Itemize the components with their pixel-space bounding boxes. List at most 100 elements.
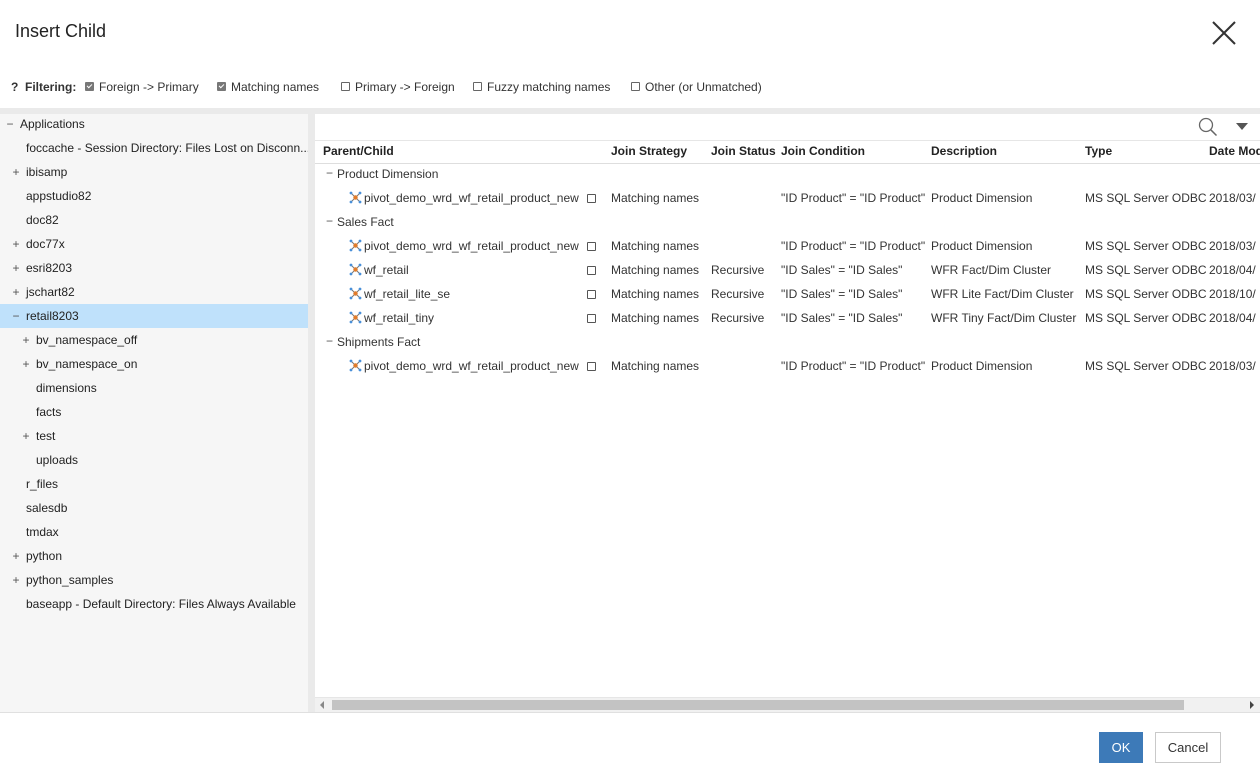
column-header[interactable]: Parent/Child [323, 144, 394, 158]
column-header[interactable]: Description [931, 144, 997, 158]
tree-node[interactable]: + bv_namespace_on [0, 352, 308, 376]
scrollbar-thumb[interactable] [332, 700, 1184, 710]
tree-node[interactable]: r_files [0, 472, 308, 496]
tree-node[interactable]: − Applications [0, 112, 308, 136]
type-cell: MS SQL Server ODBC [1085, 311, 1207, 325]
chevron-down-icon[interactable] [1236, 123, 1248, 130]
expand-icon[interactable]: + [11, 232, 21, 256]
row-checkbox[interactable] [587, 266, 596, 275]
tree-node-label: esri8203 [26, 261, 73, 275]
row-checkbox[interactable] [587, 314, 596, 323]
filter-checkbox[interactable] [631, 82, 640, 91]
tree-node-label: foccache - Session Directory: Files Lost… [26, 141, 308, 155]
table-row[interactable]: pivot_demo_wrd_wf_retail_product_new Matc… [315, 234, 1260, 258]
cluster-icon [349, 311, 362, 324]
column-header[interactable]: Join Condition [781, 144, 865, 158]
column-header[interactable]: Type [1085, 144, 1112, 158]
cancel-button[interactable]: Cancel [1155, 732, 1221, 763]
expand-icon[interactable]: + [11, 544, 21, 568]
filter-checkbox[interactable] [217, 82, 226, 91]
tree-node[interactable]: facts [0, 400, 308, 424]
join-condition-cell: "ID Product" = "ID Product" [781, 239, 926, 253]
filter-option-foreign-primary[interactable]: Foreign -> Primary [85, 80, 199, 94]
filter-checkbox[interactable] [473, 82, 482, 91]
tree-node[interactable]: dimensions [0, 376, 308, 400]
horizontal-scrollbar[interactable] [315, 697, 1260, 712]
filter-option-other-unmatched[interactable]: Other (or Unmatched) [631, 80, 762, 94]
table-row[interactable]: pivot_demo_wrd_wf_retail_product_new Matc… [315, 354, 1260, 378]
search-icon[interactable] [1198, 117, 1218, 137]
row-checkbox[interactable] [587, 362, 596, 371]
tree-node[interactable]: + ibisamp [0, 160, 308, 184]
tree-node[interactable]: + test [0, 424, 308, 448]
expand-icon[interactable]: + [11, 280, 21, 304]
tree-node-label: retail8203 [26, 309, 79, 323]
group-row[interactable]: − Product Dimension [315, 162, 1260, 186]
tree-node-label: ibisamp [26, 165, 68, 179]
tree-node-label: baseapp - Default Directory: Files Alway… [26, 597, 296, 611]
filter-option-matching-names[interactable]: Matching names [217, 80, 319, 94]
expand-icon[interactable]: + [21, 352, 31, 376]
tree-node[interactable]: + jschart82 [0, 280, 308, 304]
table-row[interactable]: wf_retail Matching names Recursive "ID Sale… [315, 258, 1260, 282]
tree-node-label: python_samples [26, 573, 114, 587]
expand-icon[interactable]: + [11, 256, 21, 280]
column-header[interactable]: Join Status [711, 144, 776, 158]
group-name: Shipments Fact [337, 335, 421, 349]
row-checkbox[interactable] [587, 242, 596, 251]
column-header[interactable]: Date Mod [1209, 144, 1260, 158]
table-row[interactable]: pivot_demo_wrd_wf_retail_product_new Matc… [315, 186, 1260, 210]
collapse-icon[interactable]: − [326, 334, 333, 348]
cluster-icon [349, 359, 362, 372]
expand-icon[interactable]: + [11, 568, 21, 592]
tree-node-label: doc77x [26, 237, 65, 251]
cluster-icon [349, 191, 362, 204]
tree-node[interactable]: doc82 [0, 208, 308, 232]
tree-node[interactable]: + bv_namespace_off [0, 328, 308, 352]
row-checkbox[interactable] [587, 290, 596, 299]
tree-node[interactable]: baseapp - Default Directory: Files Alway… [0, 592, 308, 616]
join-strategy-cell: Matching names [611, 359, 700, 373]
join-strategy-cell: Matching names [611, 239, 700, 253]
scroll-left-icon[interactable] [320, 701, 324, 709]
close-icon[interactable] [1208, 17, 1240, 49]
collapse-icon[interactable]: − [326, 214, 333, 228]
ok-button[interactable]: OK [1099, 732, 1143, 763]
filter-checkbox[interactable] [85, 82, 94, 91]
table-row[interactable]: wf_retail_tiny Matching names Recursive "ID… [315, 306, 1260, 330]
table-row[interactable]: wf_retail_lite_se Matching names Recursive… [315, 282, 1260, 306]
group-row[interactable]: − Shipments Fact [315, 330, 1260, 354]
collapse-icon[interactable]: − [326, 166, 333, 180]
collapse-icon[interactable]: − [5, 112, 15, 136]
tree-node-label: jschart82 [26, 285, 75, 299]
tree-node[interactable]: + doc77x [0, 232, 308, 256]
group-name: Sales Fact [337, 215, 394, 229]
row-checkbox[interactable] [587, 194, 596, 203]
scroll-right-icon[interactable] [1250, 701, 1254, 709]
child-name-cell: pivot_demo_wrd_wf_retail_product_new [364, 191, 579, 205]
expand-icon[interactable]: + [21, 424, 31, 448]
tree-node[interactable]: + python_samples [0, 568, 308, 592]
tree-node[interactable]: salesdb [0, 496, 308, 520]
expand-icon[interactable]: + [21, 328, 31, 352]
filter-option-fuzzy-matching[interactable]: Fuzzy matching names [473, 80, 610, 94]
dialog-footer: OK Cancel [0, 712, 1260, 782]
pane-splitter[interactable] [308, 114, 315, 712]
tree-node[interactable]: uploads [0, 448, 308, 472]
tree-node[interactable]: + esri8203 [0, 256, 308, 280]
filter-option-primary-foreign[interactable]: Primary -> Foreign [341, 80, 455, 94]
date-modified-cell: 2018/10/ [1209, 287, 1256, 301]
tree-node[interactable]: + python [0, 544, 308, 568]
tree-node[interactable]: tmdax [0, 520, 308, 544]
help-icon[interactable]: ? [11, 80, 18, 94]
tree-node[interactable]: − retail8203 [0, 304, 308, 328]
description-cell: WFR Lite Fact/Dim Cluster [931, 287, 1074, 301]
expand-icon[interactable]: + [11, 160, 21, 184]
column-header[interactable]: Join Strategy [611, 144, 687, 158]
collapse-icon[interactable]: − [11, 304, 21, 328]
tree-node-label: bv_namespace_off [36, 333, 138, 347]
tree-node[interactable]: appstudio82 [0, 184, 308, 208]
filter-checkbox[interactable] [341, 82, 350, 91]
tree-node[interactable]: foccache - Session Directory: Files Lost… [0, 136, 308, 160]
group-row[interactable]: − Sales Fact [315, 210, 1260, 234]
